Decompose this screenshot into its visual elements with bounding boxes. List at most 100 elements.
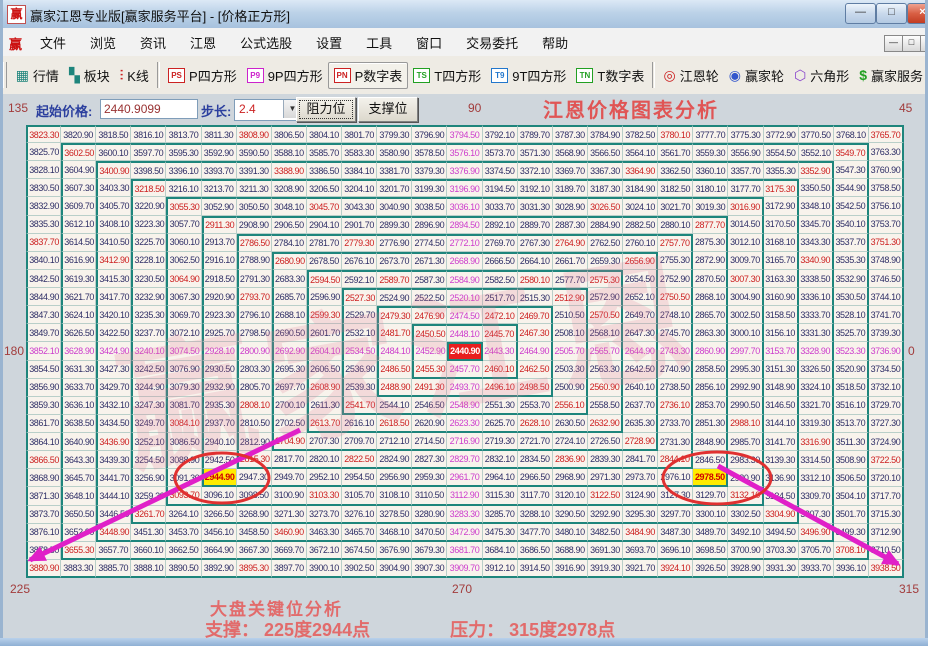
menu-item-8[interactable]: 交易委托 — [454, 30, 530, 55]
resistance-button[interactable]: 阻力位 — [296, 97, 356, 122]
gann-cell: 3124.90 — [623, 487, 658, 505]
minimize-button[interactable]: — — [845, 3, 876, 24]
gann-cell: 3386.50 — [307, 161, 342, 179]
mdi-minimize-button[interactable]: — — [884, 35, 903, 52]
gann-cell: 3756.10 — [869, 197, 904, 215]
gann-cell: 2896.90 — [412, 216, 447, 234]
tool-5-P数字表[interactable]: PNP数字表 — [328, 62, 409, 89]
gann-cell: 2913.70 — [202, 234, 237, 252]
gann-cell: 2515.30 — [518, 288, 553, 306]
gann-cell: 3295.30 — [623, 506, 658, 524]
gann-cell: 3568.90 — [553, 143, 588, 161]
menu-item-1[interactable]: 浏览 — [78, 30, 128, 55]
angle-label-180: 180 — [4, 344, 24, 358]
tool-0-行情[interactable]: ▦行情 — [11, 63, 64, 88]
gann-cell: 2721.70 — [518, 433, 553, 451]
gann-cell: 2856.10 — [693, 379, 728, 397]
gann-cell: 3127.30 — [658, 487, 693, 505]
winner-wheel-icon: ◉ — [729, 68, 741, 82]
tool-7-9T四方形[interactable]: T99T四方形 — [486, 63, 571, 88]
gann-cell: 3252.10 — [131, 433, 166, 451]
gann-cell: 2474.50 — [447, 306, 482, 324]
support-button[interactable]: 支撑位 — [358, 97, 418, 122]
gann-cell: 3228.10 — [131, 252, 166, 270]
start-price-input[interactable] — [100, 99, 198, 119]
tool-4-9P四方形[interactable]: P99P四方形 — [242, 63, 328, 88]
gann-cell: 2738.50 — [658, 379, 693, 397]
gann-cell: 3146.50 — [764, 397, 799, 415]
menu-item-5[interactable]: 设置 — [304, 30, 354, 55]
gann-cell: 3813.70 — [166, 125, 201, 143]
gann-cell: 3573.70 — [483, 143, 518, 161]
tool-9-江恩轮[interactable]: ◎江恩轮 — [658, 63, 723, 88]
maximize-button[interactable]: □ — [876, 3, 907, 24]
gann-cell: 3487.30 — [658, 524, 693, 542]
gann-cell: 2712.10 — [377, 433, 412, 451]
gann-cell: 2762.50 — [588, 234, 623, 252]
tool-11-六角形[interactable]: ⬡六角形 — [789, 63, 854, 88]
gann-cell: 3266.50 — [202, 506, 237, 524]
gann-cell: 3909.70 — [447, 560, 482, 578]
gann-cell: 3811.30 — [202, 125, 237, 143]
gann-cell: 3136.90 — [764, 469, 799, 487]
hexagon-icon: ⬡ — [794, 68, 806, 82]
menu-item-7[interactable]: 窗口 — [404, 30, 454, 55]
gann-cell: 2774.50 — [412, 234, 447, 252]
gann-cell: 3645.70 — [61, 469, 96, 487]
gann-cell: 3417.70 — [96, 288, 131, 306]
tool-10-赢家轮[interactable]: ◉赢家轮 — [724, 63, 789, 88]
gann-cell: 2976.10 — [658, 469, 693, 487]
gann-cell: 2632.90 — [588, 415, 623, 433]
tool-3-P四方形[interactable]: PSP四方形 — [163, 63, 242, 88]
gann-cell: 3734.50 — [869, 361, 904, 379]
gann-cell: 3067.30 — [166, 288, 201, 306]
gann-cell: 2601.70 — [307, 324, 342, 342]
gann-cell: 3376.90 — [447, 161, 482, 179]
tool-8-T数字表[interactable]: TNT数字表 — [571, 63, 649, 88]
gann-cell: 3081.70 — [166, 397, 201, 415]
gann-cell: 3192.10 — [518, 179, 553, 197]
menu-logo-icon: 赢 — [9, 34, 22, 53]
gann-cell: 3038.50 — [412, 197, 447, 215]
gann-cell: 2635.30 — [623, 415, 658, 433]
gann-cell: 2793.70 — [237, 288, 272, 306]
gann-cell: 3710.50 — [869, 542, 904, 560]
menu-item-2[interactable]: 资讯 — [128, 30, 178, 55]
gann-cell: 3883.30 — [61, 560, 96, 578]
gann-cell: 3120.10 — [553, 487, 588, 505]
gann-cell: 3871.30 — [26, 487, 61, 505]
tool-2-K线[interactable]: ⫶K线 — [115, 63, 154, 88]
gann-cell: 3715.30 — [869, 506, 904, 524]
tool-12-赢家服务[interactable]: $赢家服务 — [854, 63, 928, 88]
menu-item-0[interactable]: 文件 — [28, 30, 78, 55]
gann-cell: 3936.10 — [834, 560, 869, 578]
gann-cell: 2462.50 — [518, 361, 553, 379]
gann-cell: 3117.70 — [518, 487, 553, 505]
step-combobox[interactable]: 2.4 ▼ — [234, 99, 302, 121]
tool-label: 9T四方形 — [512, 66, 566, 85]
gann-cell: 2606.50 — [307, 361, 342, 379]
menu-item-6[interactable]: 工具 — [354, 30, 404, 55]
menu-item-4[interactable]: 公式选股 — [228, 30, 304, 55]
gann-cell: 3384.10 — [342, 161, 377, 179]
gann-cell: 2760.10 — [623, 234, 658, 252]
gann-cell: 3674.50 — [342, 542, 377, 560]
gann-cell: 3024.10 — [623, 197, 658, 215]
gann-cell: 3933.70 — [799, 560, 834, 578]
tool-6-T四方形[interactable]: TST四方形 — [408, 63, 486, 88]
gann-cell: 2572.90 — [588, 288, 623, 306]
mdi-restore-button[interactable]: □ — [902, 35, 921, 52]
gann-cell: 2644.90 — [623, 342, 658, 360]
gann-cell: 2582.50 — [483, 270, 518, 288]
gann-cell: 3590.50 — [237, 143, 272, 161]
app-window: { "window": { "title": "赢家江恩专业版[赢家服务平台] … — [0, 0, 928, 646]
menu-item-3[interactable]: 江恩 — [178, 30, 228, 55]
gann-cell: 3698.50 — [693, 542, 728, 560]
gann-cell: 3451.30 — [131, 524, 166, 542]
tool-1-板块[interactable]: ▚板块 — [64, 63, 115, 88]
gann-cell: 3158.50 — [764, 306, 799, 324]
gann-cell: 3921.70 — [623, 560, 658, 578]
menu-item-9[interactable]: 帮助 — [530, 30, 580, 55]
gann-cell: 2618.50 — [377, 415, 412, 433]
gann-cell: 2904.10 — [307, 216, 342, 234]
